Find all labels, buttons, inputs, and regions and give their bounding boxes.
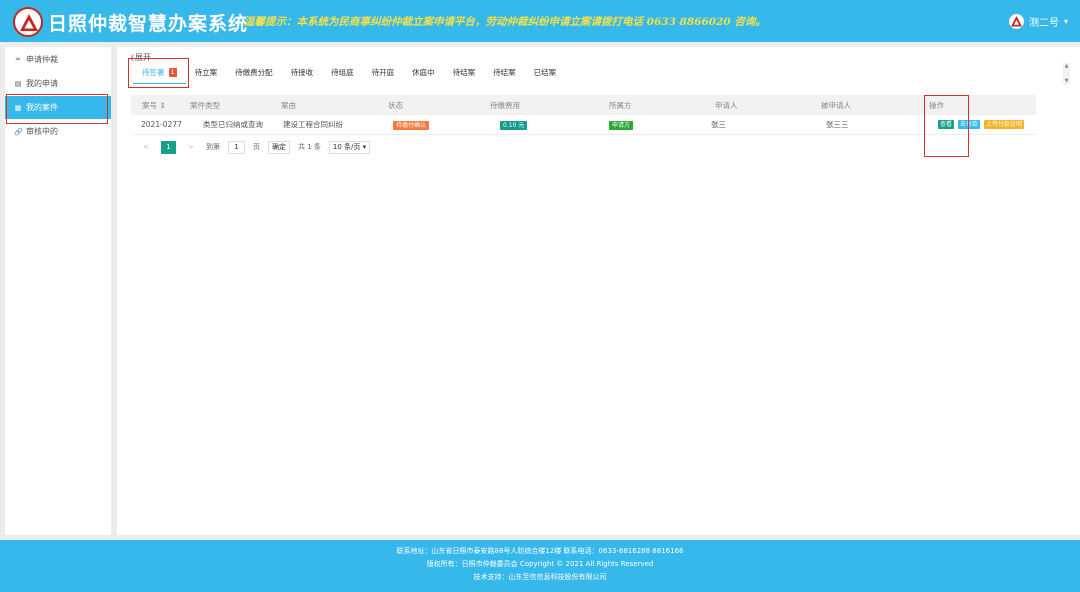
notice-banner: 温馨提示：本系统为民商事纠纷仲裁立案申请平台，劳动仲裁纠纷申请立案请拨打电话 0… [244,16,766,28]
grid-icon: ▦ [14,103,22,112]
user-name: 测二号 [1028,17,1059,29]
tab-to-hearing[interactable]: 待开庭 [363,66,404,84]
tab-label: 待结案 [452,68,476,77]
footer-contact: 联系地址：山东省日照市泰安路88号人防综合楼12楼 联系电话：0633-8816… [396,547,684,555]
view-button[interactable]: 查看 [938,120,955,129]
current-page[interactable]: 1 [161,140,176,154]
tab-to-file[interactable]: 待立案 [186,66,227,84]
status-tabs: 待签署 1 待立案 待缴费分配 待接收 待组庭 待开庭 休庭中 待结案 待结案 已… [133,66,565,84]
tab-label: 待结案 [493,68,516,77]
expand-toggle[interactable]: 《展开 [127,52,151,63]
expand-icon: 《 [127,54,134,62]
tab-to-receive[interactable]: 待接收 [282,66,323,84]
column-header-respondent: 被申请人 [821,100,851,110]
user-menu[interactable]: 测二号 ▾ [1008,12,1068,30]
column-header-status: 状态 [388,100,403,110]
column-header-actions: 操作 [929,100,944,110]
column-header-case-no[interactable]: 案号 ⇕ [131,100,179,111]
chain-icon: 🔗 [14,127,23,136]
tab-label: 待立案 [194,68,218,77]
main-panel: 《展开 待签署 1 待立案 待缴费分配 待接收 待组庭 待开庭 休庭中 待结案 待… [117,47,1080,535]
sidebar-item-under-review[interactable]: 🔗 审核中的 [5,120,111,143]
top-header: 日照仲裁智慧办案系统 温馨提示：本系统为民商事纠纷仲裁立案申请平台，劳动仲裁纠纷… [0,0,1080,42]
tab-to-pay[interactable]: 待缴费分配 [226,66,282,84]
tab-to-close[interactable]: 待结案 [444,66,485,84]
goto-label: 到第 [206,143,220,151]
pay-button[interactable]: 去付款 [958,120,981,129]
table-header: 案号 ⇕ 案件类型 案由 状态 待缴费用 所属方 申请人 被申请人 操作 [131,95,1036,115]
upload-proof-button[interactable]: 上传付款证明 [984,120,1025,129]
tab-to-close-2[interactable]: 待结案 [484,66,525,84]
column-header-case-type: 案件类型 [190,100,220,110]
goto-page-input[interactable]: 1 [228,140,245,154]
actions-cell: 查看 去付款 上传付款证明 [900,120,1036,129]
tab-label: 待缴费分配 [235,68,273,77]
tab-to-sign[interactable]: 待签署 1 [133,66,186,84]
page-unit: 页 [253,143,260,151]
tab-label: 待签署 [142,68,165,77]
case-no: 2021-0277 [141,120,182,129]
case-cause: 建设工程合同纠纷 [283,120,343,129]
sidebar-item-label: 申请仲裁 [26,54,58,64]
tab-closed[interactable]: 已结案 [525,66,566,84]
fee-badge: 0.10 元 [500,120,528,130]
sidebar-item-label: 审核中的 [26,127,58,136]
respondent: 张三三 [826,120,849,129]
column-header-cause: 案由 [281,100,296,110]
avatar [1008,13,1024,29]
expand-label: 展开 [135,53,151,62]
link-icon: ∞ [15,55,21,63]
status-cell: 待缴付确认 [373,120,478,130]
total-count: 共 1 条 [298,143,321,151]
app-title: 日照仲裁智慧办案系统 [48,13,249,35]
count-badge: 1 [168,68,177,77]
column-header-party: 所属方 [609,100,632,110]
tab-label: 待开庭 [371,68,395,77]
tab-label: 待接收 [290,68,314,77]
tab-label: 休庭中 [412,68,435,77]
page-size-select[interactable]: 10 条/页 ▾ [328,140,371,154]
goto-confirm-button[interactable]: 确定 [268,140,290,154]
sidebar-item-label: 我的案件 [26,103,58,112]
scroll-down-icon[interactable]: ▼ [1063,78,1070,85]
footer-support: 技术支持：山东至信信息科技股份有限公司 [473,573,607,581]
tab-scroll[interactable]: ▲ ▼ [1063,63,1070,85]
party-badge: 申请方 [609,120,634,130]
sidebar-item-my-cases[interactable]: ▦ 我的案件 [5,96,111,119]
logo-icon [13,7,43,37]
sidebar-item-apply[interactable]: ∞ 申请仲裁 [5,47,111,71]
case-table: 案号 ⇕ 案件类型 案由 状态 待缴费用 所属方 申请人 被申请人 操作 202… [131,95,1036,135]
column-header-applicant: 申请人 [715,100,738,110]
footer-copyright: 版权所有：日照市仲裁委员会 Copyright © 2021 All Right… [426,560,654,568]
table-row: 2021-0277 类型已归纳或查询 建设工程合同纠纷 待缴付确认 0.10 元… [131,115,1036,135]
chevron-down-icon: ▾ [1063,16,1068,26]
tab-label: 待组庭 [331,68,354,77]
pagination: < 1 > 到第 1 页 确定 共 1 条 10 条/页 ▾ [139,140,371,154]
footer: 联系地址：山东省日照市泰安路88号人防综合楼12楼 联系电话：0633-8816… [0,540,1080,592]
tab-to-form-tribunal[interactable]: 待组庭 [322,66,363,84]
status-badge: 待缴付确认 [393,120,430,130]
next-page-button[interactable]: > [184,140,198,154]
case-type: 类型已归纳或查询 [203,120,263,129]
sidebar: ∞ 申请仲裁 ▤ 我的申请 ▦ 我的案件 🔗 审核中的 [5,47,111,535]
applicant: 张三 [711,120,726,129]
party-cell: 申请方 [583,120,689,130]
scroll-up-icon[interactable]: ▲ [1063,63,1070,70]
tab-adjourned[interactable]: 休庭中 [403,66,444,84]
prev-page-button[interactable]: < [139,140,153,154]
document-icon: ▤ [14,79,22,88]
fee-cell: 0.10 元 [478,120,583,130]
tab-label: 已结案 [533,68,557,77]
sidebar-item-my-applications[interactable]: ▤ 我的申请 [5,72,111,95]
sidebar-item-label: 我的申请 [26,79,58,88]
column-header-fee: 待缴费用 [490,100,520,110]
